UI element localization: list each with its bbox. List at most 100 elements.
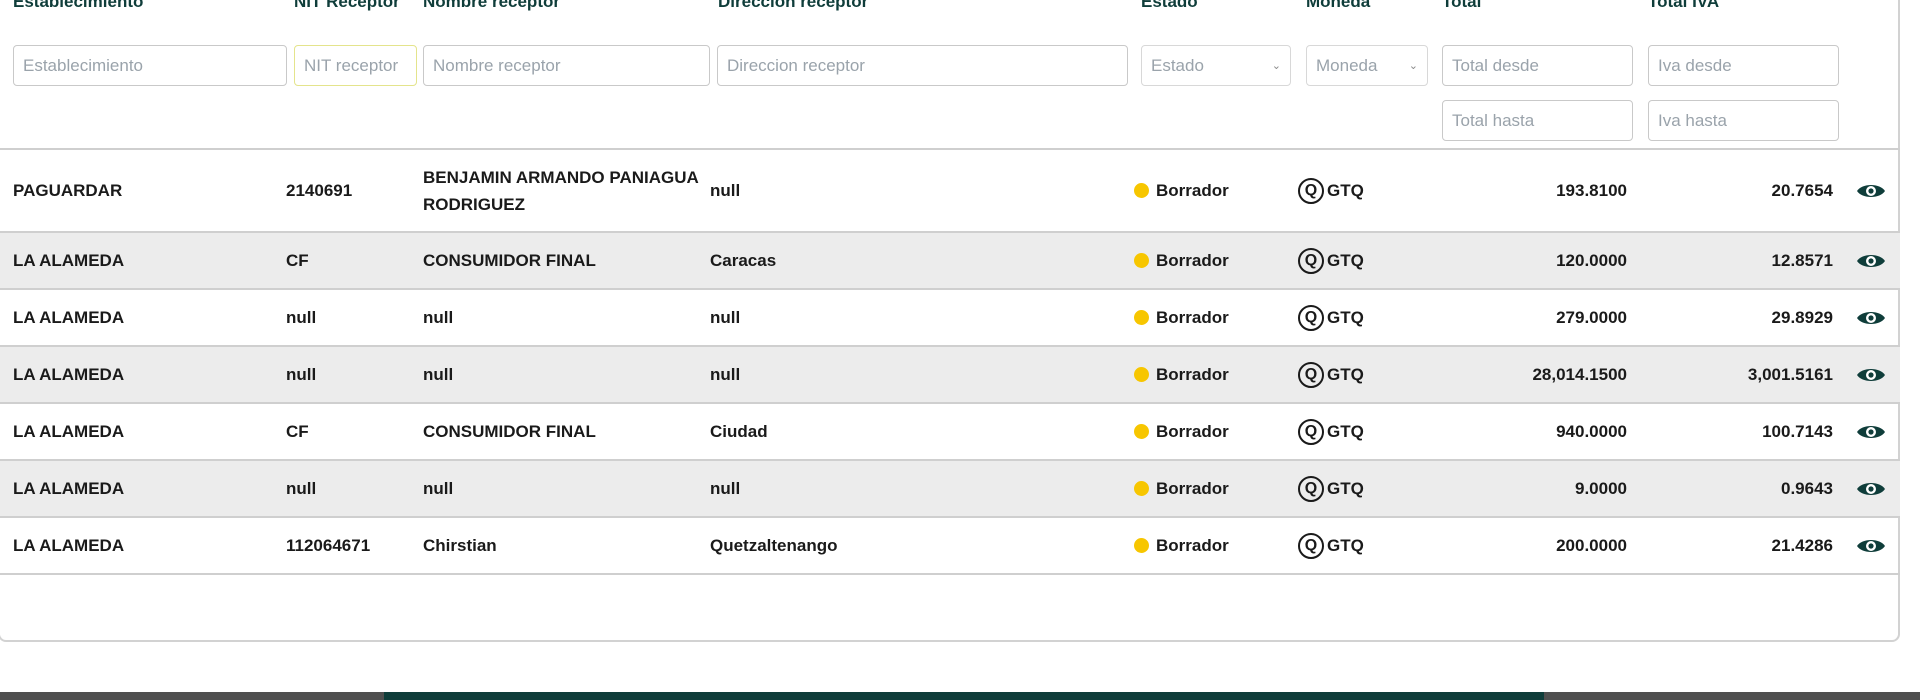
quetzal-currency-icon: Q bbox=[1298, 418, 1324, 445]
cell-establecimiento: LA ALAMEDA bbox=[13, 347, 283, 402]
quetzal-currency-icon: Q bbox=[1298, 177, 1324, 204]
currency-code: GTQ bbox=[1327, 251, 1364, 270]
cell-direccion-text: Caracas bbox=[710, 251, 777, 270]
cell-nombre-text: null bbox=[423, 479, 454, 498]
cell-iva-text: 12.8571 bbox=[1771, 251, 1833, 270]
cell-total: 120.0000 bbox=[1430, 233, 1627, 288]
header-nombre-receptor[interactable]: Nombre receptor bbox=[423, 0, 560, 12]
cell-total: 28,014.1500 bbox=[1430, 347, 1627, 402]
cell-nit-text: CF bbox=[286, 251, 309, 270]
table-row[interactable]: LA ALAMEDA CF CONSUMIDOR FINAL Caracas Borra… bbox=[0, 233, 1900, 290]
cell-establecimiento: LA ALAMEDA bbox=[13, 233, 283, 288]
cell-direccion: null bbox=[710, 150, 1130, 231]
view-button[interactable] bbox=[1856, 233, 1890, 288]
cell-total: 279.0000 bbox=[1430, 290, 1627, 345]
cell-establecimiento: LA ALAMEDA bbox=[13, 518, 283, 573]
cell-total-text: 120.0000 bbox=[1556, 251, 1627, 270]
cell-nombre-text: null bbox=[423, 365, 454, 384]
cell-iva: 21.4286 bbox=[1640, 518, 1833, 573]
cell-iva-text: 29.8929 bbox=[1771, 308, 1833, 327]
table-row[interactable]: LA ALAMEDA null null null Borrador Q GTQ 9.0000… bbox=[0, 461, 1900, 518]
cell-moneda: Q GTQ bbox=[1298, 404, 1428, 459]
currency-code: GTQ bbox=[1327, 479, 1364, 498]
view-button[interactable] bbox=[1856, 404, 1890, 459]
cell-direccion-text: null bbox=[710, 365, 741, 384]
status-dot-icon bbox=[1134, 424, 1149, 439]
table-row[interactable]: LA ALAMEDA 112064671 Chirstian Quetzaltenan… bbox=[0, 518, 1900, 575]
cell-establecimiento: LA ALAMEDA bbox=[13, 461, 283, 516]
filter-iva-hasta-input[interactable] bbox=[1648, 100, 1839, 141]
filter-direccion-input[interactable] bbox=[717, 45, 1128, 86]
filter-iva-desde-input[interactable] bbox=[1648, 45, 1839, 86]
cell-direccion-text: null bbox=[710, 181, 741, 200]
chevron-down-icon: ⌄ bbox=[1271, 60, 1281, 72]
filter-moneda-select[interactable]: Moneda ⌄ bbox=[1306, 45, 1428, 86]
cell-nit: null bbox=[286, 461, 416, 516]
filter-nombre-input[interactable] bbox=[423, 45, 710, 86]
cell-nit-text: 112064671 bbox=[286, 536, 371, 555]
table-row[interactable]: LA ALAMEDA null null null Borrador Q GTQ 28,014… bbox=[0, 347, 1900, 404]
cell-total-text: 940.0000 bbox=[1556, 422, 1627, 441]
eye-icon bbox=[1857, 425, 1885, 438]
cell-establecimiento: PAGUARDAR bbox=[13, 150, 283, 231]
currency-code: GTQ bbox=[1327, 181, 1364, 200]
eye-icon bbox=[1857, 482, 1885, 495]
cell-iva-text: 21.4286 bbox=[1771, 536, 1833, 555]
cell-direccion: null bbox=[710, 461, 1130, 516]
currency-code: GTQ bbox=[1327, 422, 1364, 441]
filter-establecimiento-input[interactable] bbox=[13, 45, 287, 86]
header-direccion-receptor[interactable]: Direccion receptor bbox=[718, 0, 868, 12]
filter-total-hasta-input[interactable] bbox=[1442, 100, 1633, 141]
table-row[interactable]: LA ALAMEDA null null null Borrador Q GTQ 279.00… bbox=[0, 290, 1900, 347]
cell-iva: 20.7654 bbox=[1640, 150, 1833, 231]
header-establecimiento[interactable]: Establecimiento bbox=[13, 0, 143, 12]
cell-estado: Borrador bbox=[1134, 150, 1294, 231]
eye-icon bbox=[1857, 539, 1885, 552]
header-moneda[interactable]: Moneda bbox=[1306, 0, 1370, 12]
header-estado[interactable]: Estado bbox=[1141, 0, 1198, 12]
cell-nit: 112064671 bbox=[286, 518, 416, 573]
filter-nit-input[interactable] bbox=[294, 45, 417, 86]
view-button[interactable] bbox=[1856, 290, 1890, 345]
cell-iva: 3,001.5161 bbox=[1640, 347, 1833, 402]
view-button[interactable] bbox=[1856, 347, 1890, 402]
cell-nombre: Chirstian bbox=[423, 518, 706, 573]
cell-nombre-text: null bbox=[423, 308, 454, 327]
cell-total: 940.0000 bbox=[1430, 404, 1627, 459]
cell-nit: CF bbox=[286, 233, 416, 288]
cell-nombre: CONSUMIDOR FINAL bbox=[423, 233, 706, 288]
view-button[interactable] bbox=[1856, 461, 1890, 516]
quetzal-currency-icon: Q bbox=[1298, 247, 1324, 274]
view-button[interactable] bbox=[1856, 518, 1890, 573]
header-total[interactable]: Total bbox=[1442, 0, 1481, 12]
filter-estado-value: Estado bbox=[1151, 55, 1204, 75]
cell-establecimiento-text: LA ALAMEDA bbox=[13, 251, 125, 270]
footer-accent bbox=[384, 692, 1544, 700]
cell-iva-text: 3,001.5161 bbox=[1747, 365, 1833, 384]
cell-iva: 0.9643 bbox=[1640, 461, 1833, 516]
header-nit-receptor[interactable]: NIT Receptor bbox=[294, 0, 400, 12]
eye-icon bbox=[1857, 368, 1885, 381]
header-total-iva[interactable]: Total IVA bbox=[1648, 0, 1719, 12]
cell-moneda: Q GTQ bbox=[1298, 290, 1428, 345]
filter-total-desde-input[interactable] bbox=[1442, 45, 1633, 86]
footer-bar bbox=[0, 692, 1920, 700]
currency-code: GTQ bbox=[1327, 308, 1364, 327]
cell-direccion: null bbox=[710, 347, 1130, 402]
cell-total-text: 200.0000 bbox=[1556, 536, 1627, 555]
table-row[interactable]: LA ALAMEDA CF CONSUMIDOR FINAL Ciudad Borrad… bbox=[0, 404, 1900, 461]
filter-estado-select[interactable]: Estado ⌄ bbox=[1141, 45, 1291, 86]
eye-icon bbox=[1857, 184, 1885, 197]
table-row[interactable]: PAGUARDAR 2140691 BENJAMIN ARMANDO PANIAGU… bbox=[0, 150, 1900, 233]
cell-moneda: Q GTQ bbox=[1298, 461, 1428, 516]
view-button[interactable] bbox=[1856, 150, 1890, 231]
status-dot-icon bbox=[1134, 367, 1149, 382]
cell-iva: 100.7143 bbox=[1640, 404, 1833, 459]
status-label: Borrador bbox=[1156, 251, 1229, 270]
cell-nombre: BENJAMIN ARMANDO PANIAGUA RODRIGUEZ bbox=[423, 150, 706, 231]
filter-moneda-value: Moneda bbox=[1316, 55, 1378, 75]
cell-direccion: null bbox=[710, 290, 1130, 345]
cell-nit-text: null bbox=[286, 479, 317, 498]
cell-nit-text: 2140691 bbox=[286, 181, 353, 200]
cell-establecimiento: LA ALAMEDA bbox=[13, 404, 283, 459]
